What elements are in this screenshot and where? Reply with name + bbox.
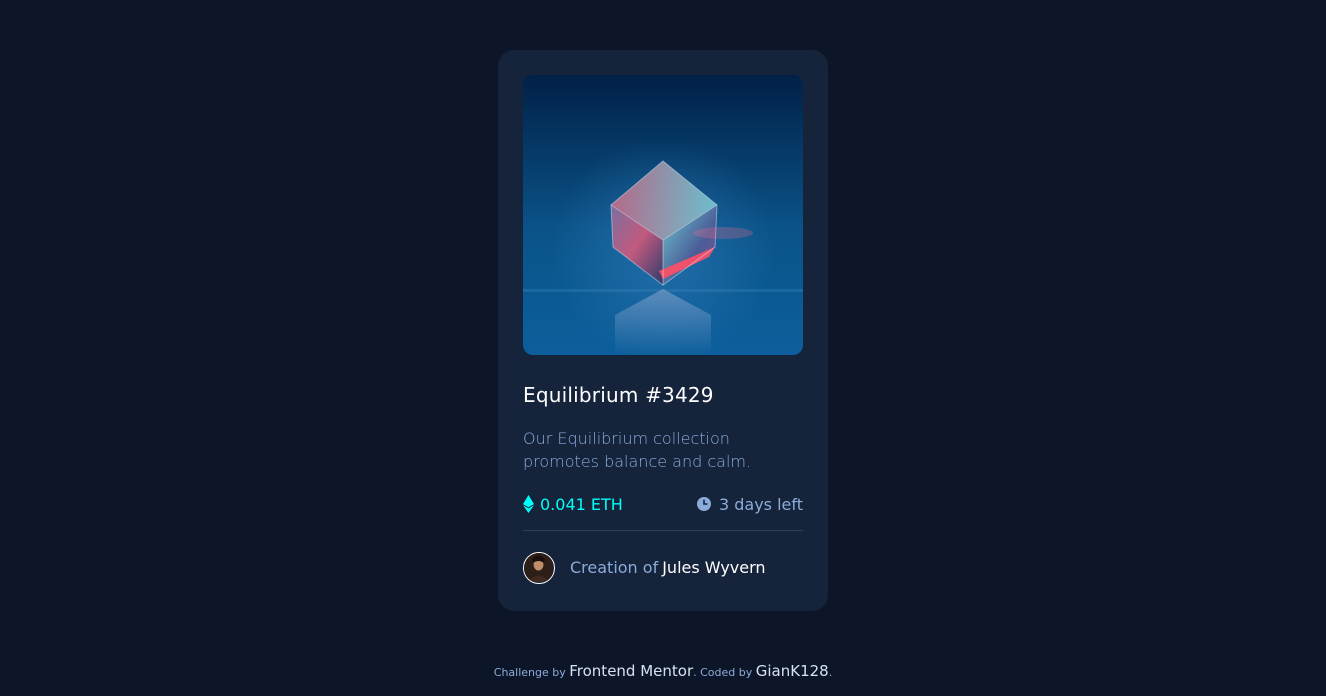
time-value: 3 days left [718, 494, 803, 514]
clock-icon [696, 497, 711, 511]
frontend-mentor-link[interactable]: Frontend Mentor [569, 662, 693, 680]
price-value: 0.041 ETH [540, 494, 623, 514]
ethereum-icon [523, 495, 534, 513]
avatar [523, 551, 555, 584]
challenge-prefix: Challenge by [493, 666, 566, 679]
creator: Creation of Jules Wyvern [523, 551, 803, 584]
nft-stats: 0.041 ETH 3 days left [523, 493, 803, 515]
nft-description: Our Equilibrium collection promotes bala… [523, 429, 752, 471]
nft-image[interactable] [523, 75, 803, 355]
creator-prefix: Creation of [570, 558, 659, 577]
creator-name[interactable]: Jules Wyvern [662, 558, 765, 577]
nft-title[interactable]: Equilibrium #3429 [523, 382, 803, 408]
time-left: 3 days left [696, 494, 803, 514]
coded-prefix: . Coded by [693, 666, 753, 679]
cube-image [523, 75, 803, 355]
price: 0.041 ETH [523, 495, 623, 514]
attribution: Challenge by Frontend Mentor. Coded by G… [0, 662, 1326, 680]
author-link[interactable]: GianK128 [756, 662, 829, 680]
divider [523, 530, 803, 531]
nft-card: Equilibrium #3429 Our Equilibrium collec… [498, 50, 828, 611]
attribution-suffix: . [828, 666, 833, 679]
creator-text: Creation of Jules Wyvern [570, 558, 766, 577]
